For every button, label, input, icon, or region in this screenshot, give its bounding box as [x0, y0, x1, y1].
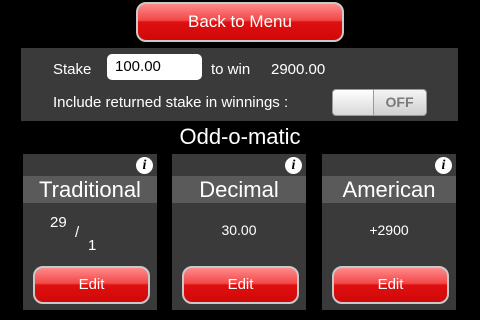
- fraction-denominator: 1: [88, 237, 97, 254]
- traditional-odds-card: i Traditional 29 / 1 Edit: [23, 154, 157, 310]
- american-odds-card: i American +2900 Edit: [322, 154, 456, 310]
- back-to-menu-button[interactable]: Back to Menu: [136, 2, 344, 42]
- fraction-numerator: 29: [50, 214, 67, 231]
- to-win-label: to win: [211, 61, 251, 78]
- app-title: Odd-o-matic: [179, 124, 301, 149]
- american-odds-value: +2900: [369, 222, 409, 238]
- fraction-slash: /: [75, 224, 80, 241]
- include-stake-label: Include returned stake in winnings :: [53, 94, 289, 111]
- edit-american-button[interactable]: Edit: [332, 266, 449, 304]
- decimal-odds-card: i Decimal 30.00 Edit: [172, 154, 306, 310]
- to-win-value: 2900.00: [271, 61, 326, 78]
- stake-label: Stake: [53, 61, 92, 78]
- info-icon[interactable]: i: [435, 157, 452, 174]
- info-icon[interactable]: i: [285, 157, 302, 174]
- toggle-knob[interactable]: [333, 90, 374, 115]
- card-title: Decimal: [172, 176, 306, 203]
- stake-input[interactable]: 100.00: [107, 54, 202, 80]
- toggle-state-label: OFF: [385, 94, 414, 110]
- stake-panel: Stake 100.00 to win 2900.00 Include retu…: [21, 48, 458, 121]
- card-title: American: [322, 176, 456, 203]
- edit-decimal-button[interactable]: Edit: [182, 266, 299, 304]
- edit-traditional-button[interactable]: Edit: [33, 266, 150, 304]
- card-title: Traditional: [23, 176, 157, 203]
- include-stake-toggle[interactable]: OFF: [332, 89, 427, 116]
- decimal-odds-value: 30.00: [221, 222, 257, 238]
- info-icon[interactable]: i: [136, 157, 153, 174]
